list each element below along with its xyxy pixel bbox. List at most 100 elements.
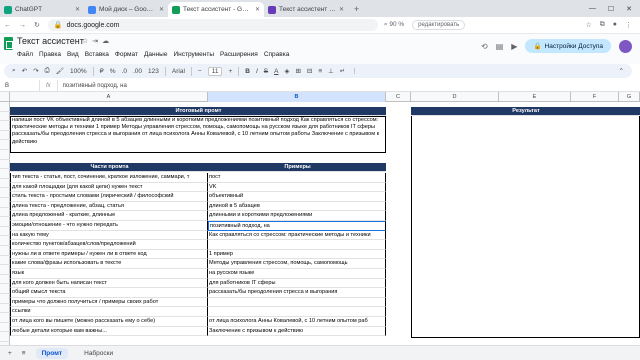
borders-icon[interactable]: ⊞ [295,67,300,75]
font-size-field[interactable]: 11 [207,66,223,76]
row-header[interactable] [0,217,10,227]
close-icon[interactable]: ✕ [159,6,164,13]
font-select[interactable]: Arial [172,68,185,75]
example-cell[interactable] [208,307,386,317]
font-size-decrease[interactable]: − [198,68,202,75]
row-header[interactable] [0,313,10,323]
row-header[interactable] [0,140,10,150]
example-cell[interactable]: для работников IT сферы [208,278,386,289]
column-header-b[interactable]: B [208,92,386,102]
column-header-f[interactable]: F [571,92,619,102]
prompt-part-cell[interactable]: эмоции/отношение - что нужно передать [10,221,208,231]
move-icon[interactable]: ⇥ [92,38,102,45]
strikethrough-icon[interactable]: S [264,68,268,75]
zoom-select[interactable]: 100% [70,68,87,75]
prompt-part-cell[interactable]: длина предложений - краткие, длинные [10,211,208,221]
column-header-d[interactable]: D [411,92,499,102]
example-cell[interactable] [208,297,386,308]
selected-cell[interactable]: позитивный подход, на [208,221,386,231]
document-title[interactable]: Текст ассистент [17,36,84,46]
example-cell[interactable]: Методы управления стрессом, помощь, само… [208,259,386,269]
row-header[interactable] [0,150,10,160]
row-header[interactable] [0,246,10,256]
row-header[interactable] [0,169,10,179]
prompt-part-cell[interactable]: стиль текста - простыми словами (лиричес… [10,192,208,202]
row-header[interactable] [0,284,10,294]
browser-tab-sheets[interactable]: Текст ассистент - Google Таблицы ✕ [168,2,264,17]
more-icon[interactable]: ⋮ [351,67,358,75]
close-icon[interactable]: ✕ [339,6,344,13]
example-cell[interactable]: объективный [208,192,386,202]
formula-input[interactable]: позитивный подход, на [58,83,127,89]
example-cell[interactable]: пост [208,173,386,183]
example-cell[interactable]: 1 пример [208,249,386,260]
prompt-part-cell[interactable]: нужны ли в ответе примеры / нужен ли в о… [10,249,208,260]
example-cell[interactable]: Заключение с призывом к действию [208,326,386,337]
row-header[interactable] [0,102,10,112]
font-size-increase[interactable]: + [228,68,232,75]
text-color-icon[interactable]: A [274,68,278,75]
example-cell[interactable] [208,240,386,250]
example-cell[interactable]: Как справляться со стрессом: практически… [208,230,386,241]
add-sheet-icon[interactable]: + [8,350,12,357]
row-header[interactable] [0,160,10,170]
zoom-indicator[interactable]: ⌕ 90 % [384,21,404,29]
prompt-part-cell[interactable]: тип текста - статья, пост, сочинение, кр… [10,173,208,183]
row-header[interactable] [0,323,10,333]
meet-icon[interactable]: ▶ [511,42,517,51]
prompt-part-cell[interactable]: общий смысл текста [10,288,208,298]
increase-decimal-button[interactable]: .00 [133,68,142,75]
percent-button[interactable]: % [110,68,116,75]
column-header-c[interactable]: C [386,92,411,102]
menu-view[interactable]: Вид [67,51,79,58]
parts-header-cell[interactable]: Части промта [10,163,208,172]
prompt-part-cell[interactable]: для какой площадки (для какой цели) нуже… [10,182,208,193]
menu-extensions[interactable]: Расширения [220,51,258,58]
close-window-icon[interactable]: ✕ [626,5,632,13]
sheets-logo-icon[interactable] [4,37,13,50]
example-cell[interactable]: длинными и короткими предложениями [208,211,386,221]
prompt-header-cell[interactable]: Итоговый промт [10,107,386,116]
row-header[interactable] [0,294,10,304]
prompt-part-cell[interactable]: примеры что должно получиться / примеры … [10,297,208,308]
example-cell[interactable]: рассказать/бы преодоления стресса и выго… [208,288,386,298]
column-header-g[interactable]: G [619,92,640,102]
result-header-cell[interactable]: Результат [411,107,640,116]
menu-help[interactable]: Справка [264,51,290,58]
prompt-part-cell[interactable]: от лица кого вы пишете (можно рассказать… [10,317,208,327]
prompt-part-cell[interactable]: длина текста - предложение, абзац, стать… [10,201,208,212]
select-all[interactable] [0,92,10,102]
example-cell[interactable]: на русском языке [208,269,386,279]
close-icon[interactable]: ✕ [75,6,80,13]
row-header[interactable] [0,275,10,285]
row-header[interactable] [0,198,10,208]
prompt-part-cell[interactable]: ссылки [10,307,208,317]
maximize-icon[interactable]: ☐ [608,5,614,13]
decrease-decimal-button[interactable]: .0 [122,68,127,75]
examples-header-cell[interactable]: Примеры [208,163,386,172]
menu-file[interactable]: Файл [17,51,33,58]
row-header[interactable] [0,208,10,218]
menu-data[interactable]: Данные [144,51,167,58]
example-cell[interactable]: длиной в 5 абзацев [208,201,386,212]
prompt-part-cell[interactable]: количество пунктов/абзацев/слов/предложе… [10,240,208,250]
close-icon[interactable]: ✕ [255,6,260,13]
browser-tab-drive[interactable]: Мой диск – Google Диск ✕ [84,2,168,17]
result-cell[interactable] [411,116,640,338]
example-cell[interactable]: VK [208,182,386,193]
fill-color-icon[interactable]: ◈ [284,67,289,75]
cloud-icon[interactable]: ☁ [102,38,113,45]
search-icon[interactable]: ⌕ [12,67,16,75]
sheet-tab-prompt[interactable]: Промт [35,347,69,359]
currency-button[interactable]: ₽ [100,67,104,75]
row-header[interactable] [0,179,10,189]
row-header[interactable] [0,236,10,246]
number-format-button[interactable]: 123 [148,68,159,75]
all-sheets-icon[interactable]: ≡ [22,350,26,357]
forward-icon[interactable]: → [15,22,30,29]
row-header[interactable] [0,304,10,314]
comment-icon[interactable]: ▤ [496,42,504,51]
minimize-icon[interactable]: — [589,5,596,13]
row-header[interactable] [0,188,10,198]
italic-icon[interactable]: I [256,68,258,75]
